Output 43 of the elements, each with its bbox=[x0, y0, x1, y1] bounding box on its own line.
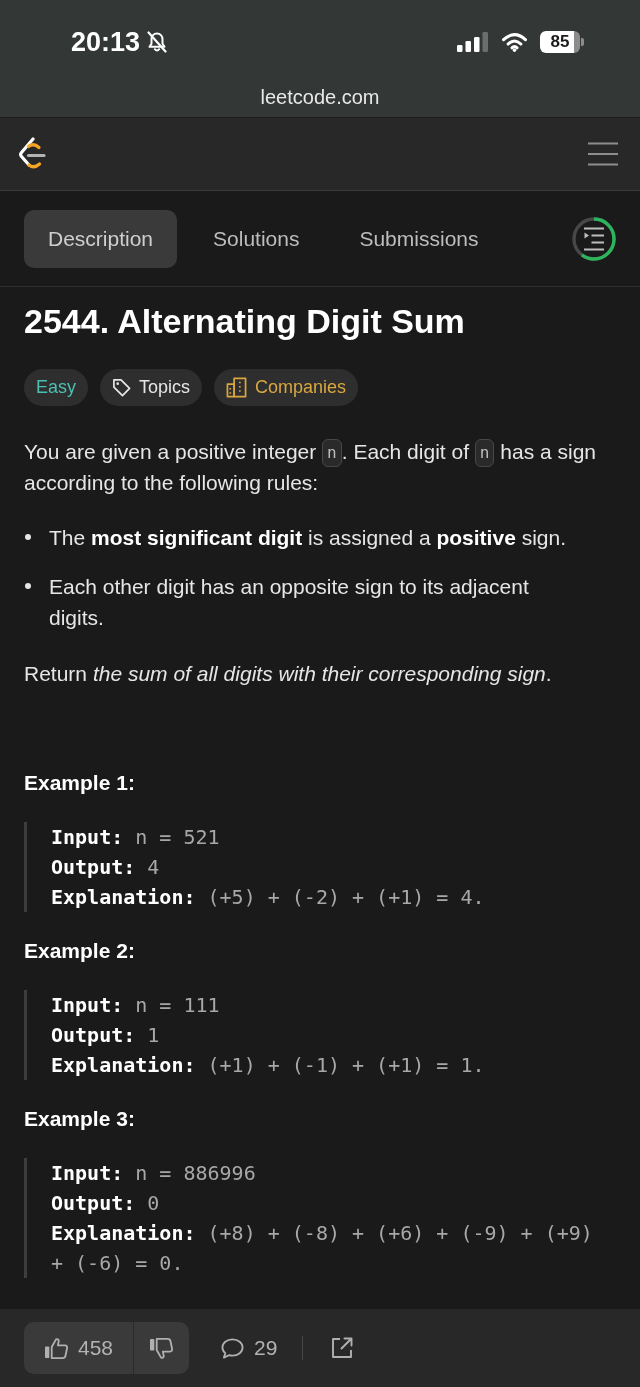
thumbs-down-icon bbox=[149, 1336, 175, 1360]
building-icon bbox=[226, 377, 248, 398]
description-text: You are given a positive integer n . Each digit of n has a sign according to the following rules: bbox=[24, 438, 598, 497]
bell-slash-icon bbox=[146, 31, 169, 53]
share-icon[interactable] bbox=[331, 1337, 354, 1359]
list-icon[interactable] bbox=[582, 226, 606, 251]
example-line: Input: n = 111 bbox=[51, 992, 221, 1020]
example-line: Explanation: (+5) + (-2) + (+1) = 4. bbox=[51, 884, 486, 912]
logo-icon[interactable] bbox=[17, 137, 47, 171]
wifi-icon bbox=[500, 32, 529, 52]
bullet-icon bbox=[25, 583, 31, 590]
comments-button[interactable]: 29 bbox=[220, 1328, 278, 1368]
tab[interactable]: Solutions bbox=[189, 209, 324, 268]
topics-button[interactable]: Topics bbox=[100, 369, 203, 406]
clock-time: 20:13 bbox=[71, 28, 141, 56]
tab[interactable]: Submissions bbox=[335, 209, 503, 268]
bullet-icon bbox=[25, 534, 31, 541]
signal-icon bbox=[457, 32, 489, 52]
problem-title: 2544. Alternating Digit Sum bbox=[24, 301, 466, 341]
speech-bubble-icon bbox=[220, 1336, 246, 1360]
url-text[interactable]: leetcode.com bbox=[260, 85, 380, 109]
battery-indicator: 85 bbox=[540, 31, 584, 53]
example-heading: Example 2: bbox=[24, 938, 136, 965]
tab[interactable]: Description bbox=[24, 209, 178, 268]
example-line: Output: 1 bbox=[51, 1022, 161, 1050]
dislike-button[interactable] bbox=[133, 1322, 190, 1374]
tag-icon bbox=[112, 378, 132, 397]
companies-button[interactable]: Companies bbox=[214, 369, 359, 406]
task-text: Return the sum of all digits with their corresponding sign. bbox=[24, 661, 553, 688]
rule-text: Each other digit has an opposite sign to its adjacent digits. bbox=[49, 574, 530, 632]
example-heading: Example 1: bbox=[24, 770, 136, 797]
difficulty-label: Easy bbox=[24, 369, 89, 406]
example-line: Explanation: (+1) + (-1) + (+1) = 1. bbox=[51, 1052, 486, 1080]
example-line: Output: 0 bbox=[51, 1190, 161, 1218]
example-heading: Example 3: bbox=[24, 1106, 136, 1133]
thumbs-up-icon bbox=[44, 1336, 69, 1360]
menu-icon[interactable] bbox=[588, 142, 618, 166]
example-line: Input: n = 521 bbox=[51, 824, 221, 852]
example-line: Output: 4 bbox=[51, 854, 161, 882]
example-line: Input: n = 886996 bbox=[51, 1160, 257, 1188]
like-button[interactable]: 458 bbox=[24, 1322, 134, 1374]
example-line: Explanation: (+8) + (-8) + (+6) + (-9) + (+9) + (-6) = 0. bbox=[51, 1220, 594, 1278]
rule-text: The most significant digit is assigned a positive sign. bbox=[49, 525, 566, 552]
